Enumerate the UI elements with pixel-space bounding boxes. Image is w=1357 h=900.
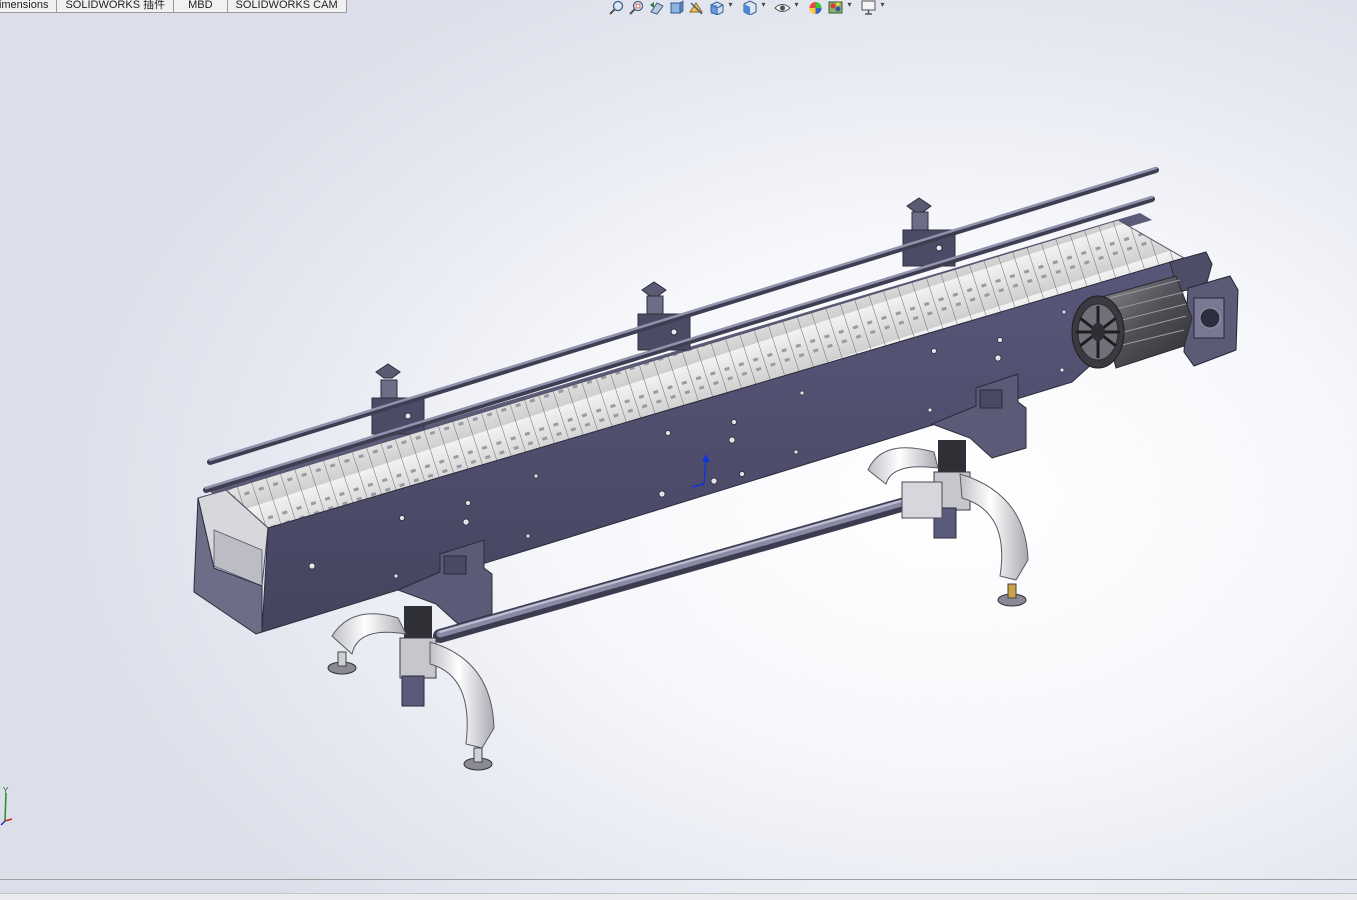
zoom-to-fit-icon[interactable] — [606, 0, 626, 16]
view-orientation-dropdown-icon[interactable]: ▾ — [726, 0, 735, 16]
graphics-area[interactable] — [0, 16, 1357, 878]
previous-view-icon[interactable] — [646, 0, 666, 16]
zoom-to-area-icon[interactable] — [626, 0, 646, 16]
hide-show-items-icon[interactable] — [772, 0, 792, 16]
support-leg-rear — [867, 440, 1029, 607]
display-style-icon[interactable] — [739, 0, 759, 16]
display-style-dropdown-icon[interactable]: ▾ — [759, 0, 768, 16]
heads-up-view-toolbar: ▾ ▾ ▾ ▾ ▾ — [606, 0, 891, 16]
view-settings-dropdown-icon[interactable]: ▾ — [878, 0, 887, 16]
triad-y-label: Y — [3, 786, 9, 795]
graphics-area-bottom-border — [0, 879, 1357, 880]
apply-scene-dropdown-icon[interactable]: ▾ — [845, 0, 854, 16]
tab-solidworks-cam[interactable]: SOLIDWORKS CAM — [227, 0, 347, 13]
command-manager-tabs: Dimensions SOLIDWORKS 插件 MBD SOLIDWORKS … — [0, 0, 347, 13]
tab-solidworks-addins[interactable]: SOLIDWORKS 插件 — [57, 0, 175, 13]
view-orientation-icon[interactable] — [706, 0, 726, 16]
tab-dimensions[interactable]: Dimensions — [0, 0, 58, 13]
view-settings-icon[interactable] — [858, 0, 878, 16]
section-view-icon[interactable] — [666, 0, 686, 16]
dynamic-annotation-icon[interactable] — [686, 0, 706, 16]
view-orientation-triad: Y — [0, 786, 13, 826]
tab-mbd[interactable]: MBD — [174, 0, 228, 13]
apply-scene-icon[interactable] — [825, 0, 845, 16]
conveyor-model[interactable] — [193, 166, 1239, 771]
edit-appearance-icon[interactable] — [805, 0, 825, 16]
hide-show-items-dropdown-icon[interactable]: ▾ — [792, 0, 801, 16]
